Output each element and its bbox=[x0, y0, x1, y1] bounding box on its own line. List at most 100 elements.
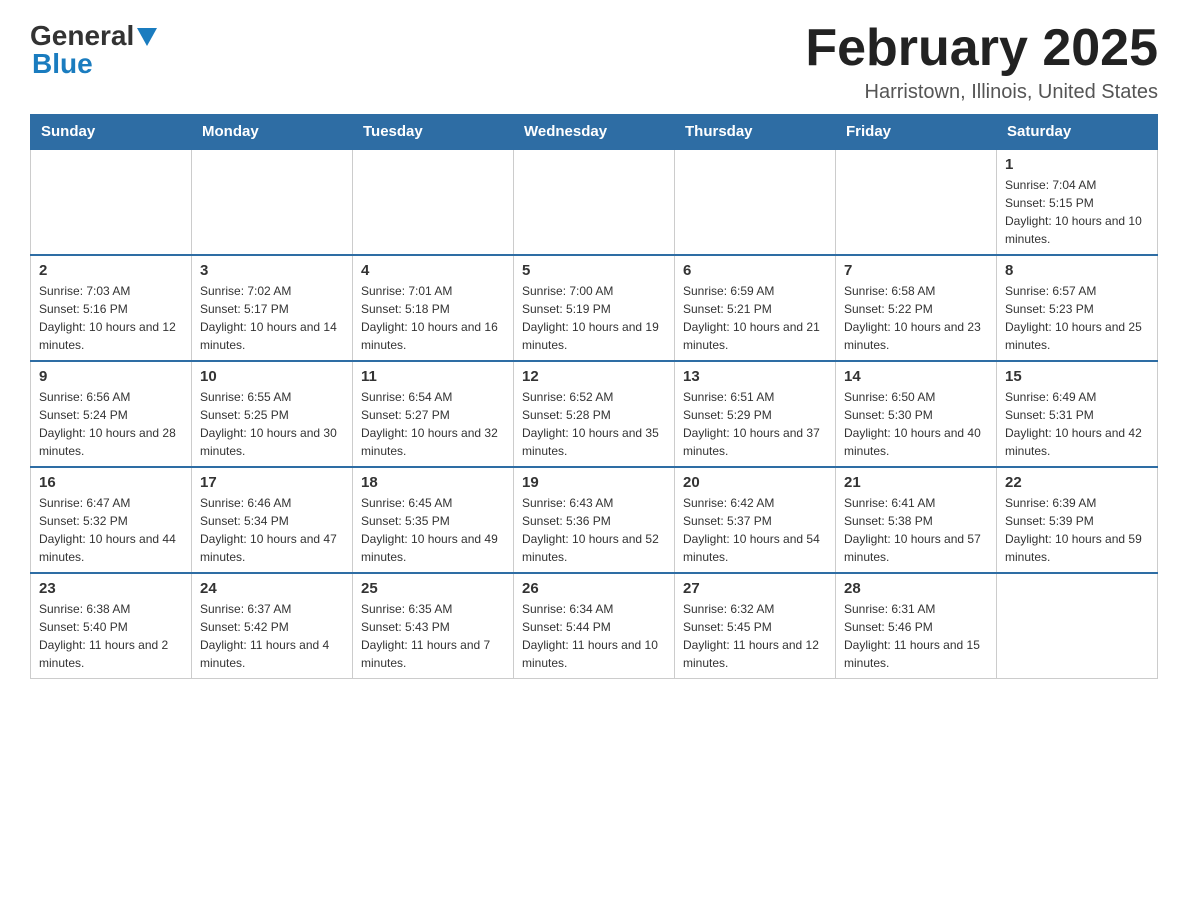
day-number: 25 bbox=[361, 580, 505, 597]
day-info: Sunrise: 6:49 AMSunset: 5:31 PMDaylight:… bbox=[1005, 388, 1149, 460]
calendar-week-row: 16 Sunrise: 6:47 AMSunset: 5:32 PMDayligh… bbox=[31, 467, 1158, 573]
day-info: Sunrise: 6:38 AMSunset: 5:40 PMDaylight:… bbox=[39, 600, 183, 672]
day-number: 18 bbox=[361, 474, 505, 491]
logo: General Blue bbox=[30, 20, 157, 80]
day-number: 9 bbox=[39, 368, 183, 385]
day-info: Sunrise: 6:58 AMSunset: 5:22 PMDaylight:… bbox=[844, 282, 988, 354]
calendar-cell bbox=[675, 149, 836, 255]
calendar-cell: 8 Sunrise: 6:57 AMSunset: 5:23 PMDaylight… bbox=[997, 255, 1158, 361]
day-number: 12 bbox=[522, 368, 666, 385]
header-thursday: Thursday bbox=[675, 115, 836, 150]
header-monday: Monday bbox=[192, 115, 353, 150]
day-info: Sunrise: 6:37 AMSunset: 5:42 PMDaylight:… bbox=[200, 600, 344, 672]
calendar-week-row: 9Sunrise: 6:56 AMSunset: 5:24 PMDaylight… bbox=[31, 361, 1158, 467]
calendar-cell bbox=[192, 149, 353, 255]
calendar-cell: 15 Sunrise: 6:49 AMSunset: 5:31 PMDayligh… bbox=[997, 361, 1158, 467]
day-info: Sunrise: 6:35 AMSunset: 5:43 PMDaylight:… bbox=[361, 600, 505, 672]
calendar-cell bbox=[836, 149, 997, 255]
day-number: 23 bbox=[39, 580, 183, 597]
day-number: 13 bbox=[683, 368, 827, 385]
day-number: 16 bbox=[39, 474, 183, 491]
day-number: 4 bbox=[361, 262, 505, 279]
day-info: Sunrise: 6:41 AMSunset: 5:38 PMDaylight:… bbox=[844, 494, 988, 566]
calendar-cell: 20 Sunrise: 6:42 AMSunset: 5:37 PMDayligh… bbox=[675, 467, 836, 573]
calendar-cell bbox=[997, 573, 1158, 679]
calendar-cell: 19 Sunrise: 6:43 AMSunset: 5:36 PMDayligh… bbox=[514, 467, 675, 573]
day-info: Sunrise: 6:51 AMSunset: 5:29 PMDaylight:… bbox=[683, 388, 827, 460]
header-sunday: Sunday bbox=[31, 115, 192, 150]
calendar-cell: 23 Sunrise: 6:38 AMSunset: 5:40 PMDayligh… bbox=[31, 573, 192, 679]
calendar-week-row: 23 Sunrise: 6:38 AMSunset: 5:40 PMDayligh… bbox=[31, 573, 1158, 679]
day-info: Sunrise: 7:04 AMSunset: 5:15 PMDaylight:… bbox=[1005, 176, 1149, 248]
calendar-week-row: 1Sunrise: 7:04 AMSunset: 5:15 PMDaylight… bbox=[31, 149, 1158, 255]
day-info: Sunrise: 7:03 AMSunset: 5:16 PMDaylight:… bbox=[39, 282, 183, 354]
calendar-cell: 10 Sunrise: 6:55 AMSunset: 5:25 PMDayligh… bbox=[192, 361, 353, 467]
calendar-cell: 7 Sunrise: 6:58 AMSunset: 5:22 PMDaylight… bbox=[836, 255, 997, 361]
calendar-cell: 14 Sunrise: 6:50 AMSunset: 5:30 PMDayligh… bbox=[836, 361, 997, 467]
calendar-cell: 24 Sunrise: 6:37 AMSunset: 5:42 PMDayligh… bbox=[192, 573, 353, 679]
day-number: 11 bbox=[361, 368, 505, 385]
calendar-table: Sunday Monday Tuesday Wednesday Thursday… bbox=[30, 114, 1158, 679]
day-number: 10 bbox=[200, 368, 344, 385]
day-info: Sunrise: 6:50 AMSunset: 5:30 PMDaylight:… bbox=[844, 388, 988, 460]
day-info: Sunrise: 6:52 AMSunset: 5:28 PMDaylight:… bbox=[522, 388, 666, 460]
calendar-cell bbox=[514, 149, 675, 255]
calendar-cell: 1Sunrise: 7:04 AMSunset: 5:15 PMDaylight… bbox=[997, 149, 1158, 255]
calendar-cell: 27Sunrise: 6:32 AMSunset: 5:45 PMDayligh… bbox=[675, 573, 836, 679]
day-info: Sunrise: 6:47 AMSunset: 5:32 PMDaylight:… bbox=[39, 494, 183, 566]
calendar-cell: 13 Sunrise: 6:51 AMSunset: 5:29 PMDayligh… bbox=[675, 361, 836, 467]
logo-blue-text: Blue bbox=[32, 48, 93, 80]
header-friday: Friday bbox=[836, 115, 997, 150]
calendar-cell bbox=[353, 149, 514, 255]
logo-arrow-icon bbox=[137, 28, 157, 46]
day-info: Sunrise: 6:59 AMSunset: 5:21 PMDaylight:… bbox=[683, 282, 827, 354]
day-info: Sunrise: 7:00 AMSunset: 5:19 PMDaylight:… bbox=[522, 282, 666, 354]
calendar-cell: 9Sunrise: 6:56 AMSunset: 5:24 PMDaylight… bbox=[31, 361, 192, 467]
day-number: 21 bbox=[844, 474, 988, 491]
header-wednesday: Wednesday bbox=[514, 115, 675, 150]
calendar-cell: 2 Sunrise: 7:03 AMSunset: 5:16 PMDaylight… bbox=[31, 255, 192, 361]
day-number: 6 bbox=[683, 262, 827, 279]
day-number: 14 bbox=[844, 368, 988, 385]
day-number: 3 bbox=[200, 262, 344, 279]
calendar-cell: 22 Sunrise: 6:39 AMSunset: 5:39 PMDayligh… bbox=[997, 467, 1158, 573]
day-info: Sunrise: 6:46 AMSunset: 5:34 PMDaylight:… bbox=[200, 494, 344, 566]
day-number: 2 bbox=[39, 262, 183, 279]
day-number: 24 bbox=[200, 580, 344, 597]
calendar-cell: 28 Sunrise: 6:31 AMSunset: 5:46 PMDayligh… bbox=[836, 573, 997, 679]
calendar-cell bbox=[31, 149, 192, 255]
calendar-cell: 26 Sunrise: 6:34 AMSunset: 5:44 PMDayligh… bbox=[514, 573, 675, 679]
day-number: 26 bbox=[522, 580, 666, 597]
calendar-cell: 16 Sunrise: 6:47 AMSunset: 5:32 PMDayligh… bbox=[31, 467, 192, 573]
calendar-cell: 12 Sunrise: 6:52 AMSunset: 5:28 PMDayligh… bbox=[514, 361, 675, 467]
calendar-cell: 25 Sunrise: 6:35 AMSunset: 5:43 PMDayligh… bbox=[353, 573, 514, 679]
calendar-cell: 21 Sunrise: 6:41 AMSunset: 5:38 PMDayligh… bbox=[836, 467, 997, 573]
header-saturday: Saturday bbox=[997, 115, 1158, 150]
page-header: General Blue February 2025 Harristown, I… bbox=[30, 20, 1158, 104]
day-number: 28 bbox=[844, 580, 988, 597]
day-info: Sunrise: 6:55 AMSunset: 5:25 PMDaylight:… bbox=[200, 388, 344, 460]
calendar-cell: 17 Sunrise: 6:46 AMSunset: 5:34 PMDayligh… bbox=[192, 467, 353, 573]
title-section: February 2025 Harristown, Illinois, Unit… bbox=[805, 20, 1158, 104]
day-number: 19 bbox=[522, 474, 666, 491]
calendar-cell: 4 Sunrise: 7:01 AMSunset: 5:18 PMDaylight… bbox=[353, 255, 514, 361]
calendar-cell: 3Sunrise: 7:02 AMSunset: 5:17 PMDaylight… bbox=[192, 255, 353, 361]
day-info: Sunrise: 6:39 AMSunset: 5:39 PMDaylight:… bbox=[1005, 494, 1149, 566]
day-number: 7 bbox=[844, 262, 988, 279]
day-number: 20 bbox=[683, 474, 827, 491]
day-info: Sunrise: 6:34 AMSunset: 5:44 PMDaylight:… bbox=[522, 600, 666, 672]
calendar-cell: 5Sunrise: 7:00 AMSunset: 5:19 PMDaylight… bbox=[514, 255, 675, 361]
day-number: 22 bbox=[1005, 474, 1149, 491]
day-number: 8 bbox=[1005, 262, 1149, 279]
header-tuesday: Tuesday bbox=[353, 115, 514, 150]
day-info: Sunrise: 6:54 AMSunset: 5:27 PMDaylight:… bbox=[361, 388, 505, 460]
day-number: 17 bbox=[200, 474, 344, 491]
calendar-week-row: 2 Sunrise: 7:03 AMSunset: 5:16 PMDaylight… bbox=[31, 255, 1158, 361]
day-info: Sunrise: 6:42 AMSunset: 5:37 PMDaylight:… bbox=[683, 494, 827, 566]
day-info: Sunrise: 6:57 AMSunset: 5:23 PMDaylight:… bbox=[1005, 282, 1149, 354]
day-info: Sunrise: 7:01 AMSunset: 5:18 PMDaylight:… bbox=[361, 282, 505, 354]
day-info: Sunrise: 6:31 AMSunset: 5:46 PMDaylight:… bbox=[844, 600, 988, 672]
day-info: Sunrise: 6:43 AMSunset: 5:36 PMDaylight:… bbox=[522, 494, 666, 566]
calendar-cell: 18Sunrise: 6:45 AMSunset: 5:35 PMDayligh… bbox=[353, 467, 514, 573]
day-number: 15 bbox=[1005, 368, 1149, 385]
